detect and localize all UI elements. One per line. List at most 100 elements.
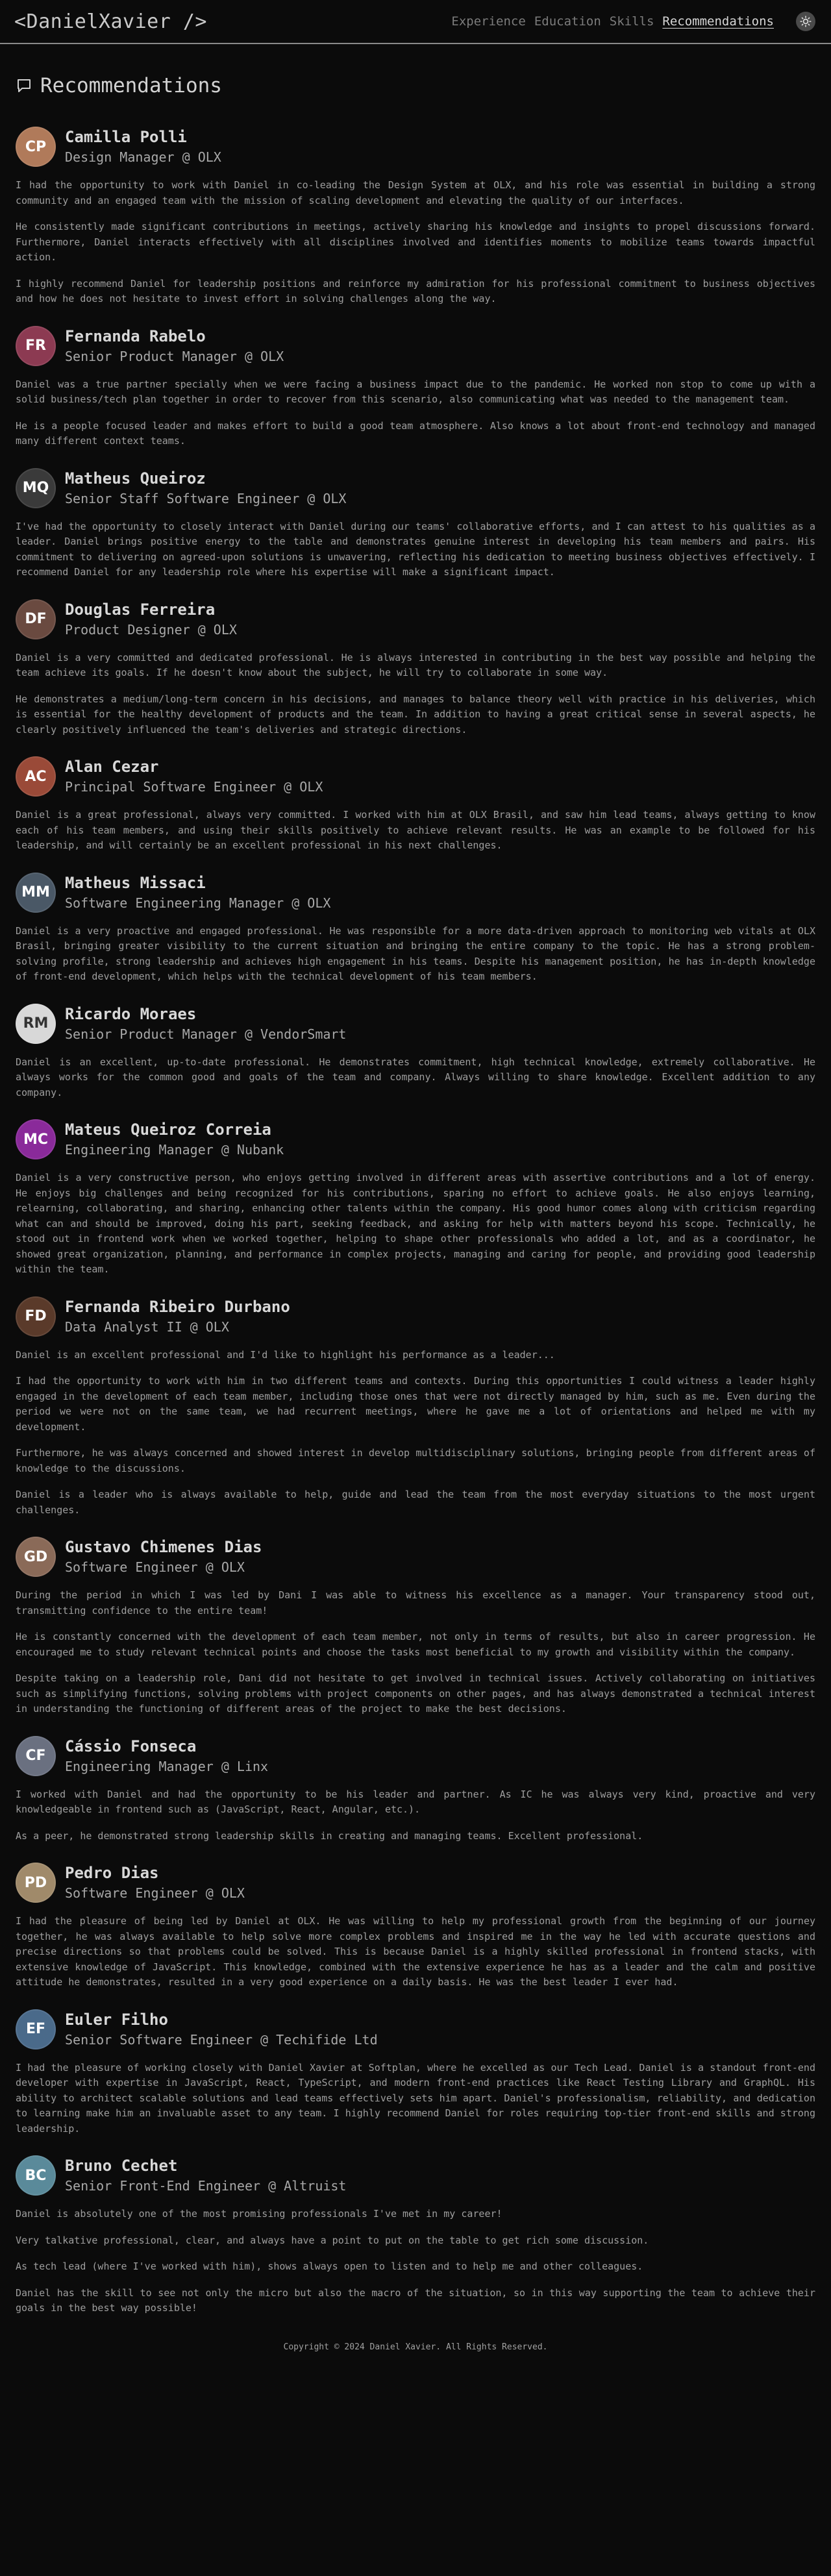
recommender-name: Pedro Dias: [65, 1864, 159, 1882]
recommendation-card: AC Alan Cezar Principal Software Engineer …: [16, 756, 815, 854]
recommendation-text: Daniel is an excellent, up-to-date profe…: [16, 1055, 815, 1101]
recommender-header: CP Camilla Polli Design Manager @ OLX: [16, 126, 815, 167]
recommender-info: Cássio Fonseca Engineering Manager @ Linx: [65, 1737, 268, 1776]
avatar: MM: [16, 872, 56, 913]
recommendation-paragraph: Daniel is a very committed and dedicated…: [16, 651, 815, 679]
recommendation-paragraph: Very talkative professional, clear, and …: [16, 2234, 649, 2246]
recommendation-card: EF Euler Filho Senior Software Engineer @ …: [16, 2009, 815, 2137]
recommendation-paragraph: Daniel is a great professional, always v…: [16, 809, 815, 851]
recommendation-paragraph: Daniel is a leader who is always availab…: [16, 1489, 815, 1516]
recommendation-paragraph: Daniel has the skill to see not only the…: [16, 2286, 815, 2314]
recommender-name: Gustavo Chimenes Dias: [65, 1538, 262, 1556]
recommender-role: Engineering Manager @ Nubank: [65, 1142, 284, 1158]
recommender-header: PD Pedro Dias Software Engineer @ OLX: [16, 1862, 815, 1903]
recommender-header: MC Mateus Queiroz Correia Engineering Mana…: [16, 1119, 815, 1160]
recommendation-text: Daniel is a very committed and dedicated…: [16, 650, 815, 738]
nav-recommendations[interactable]: Recommendations: [662, 14, 774, 29]
recommender-info: Fernanda Rabelo Senior Product Manager @ …: [65, 327, 284, 365]
recommendation-card: CP Camilla Polli Design Manager @ OLX I had…: [16, 126, 815, 307]
recommender-name: Matheus Queiroz: [65, 469, 206, 488]
avatar: MQ: [16, 467, 56, 508]
recommendation-paragraph: Daniel is absolutely one of the most pro…: [16, 2208, 502, 2220]
recommender-role: Product Designer @ OLX: [65, 621, 237, 638]
recommendations-list: CP Camilla Polli Design Manager @ OLX I had…: [16, 126, 815, 2316]
recommender-info: Douglas Ferreira Product Designer @ OLX: [65, 600, 237, 639]
avatar: PD: [16, 1863, 56, 1903]
recommendation-text: I worked with Daniel and had the opportu…: [16, 1787, 815, 1844]
recommender-name: Bruno Cechet: [65, 2157, 178, 2175]
theme-toggle-button[interactable]: [796, 12, 815, 31]
recommender-header: DF Douglas Ferreira Product Designer @ OLX: [16, 599, 815, 640]
avatar: GD: [16, 1537, 56, 1577]
recommender-role: Senior Front-End Engineer @ Altruist: [65, 2178, 347, 2194]
recommender-role: Design Manager @ OLX: [65, 149, 221, 165]
recommendation-card: GD Gustavo Chimenes Dias Software Engineer…: [16, 1536, 815, 1717]
copyright-text: Copyright © 2024 Daniel Xavier. All Righ…: [283, 2342, 548, 2352]
recommendation-text: I've had the opportunity to closely inte…: [16, 519, 815, 580]
main-content: Recommendations CP Camilla Polli Design Ma…: [0, 44, 831, 2352]
recommender-role: Principal Software Engineer @ OLX: [65, 779, 323, 795]
avatar: FR: [16, 325, 56, 366]
recommendation-card: PD Pedro Dias Software Engineer @ OLX I had…: [16, 1862, 815, 1990]
recommendation-text: Daniel is a very proactive and engaged p…: [16, 924, 815, 985]
recommender-header: RM Ricardo Moraes Senior Product Manager @…: [16, 1003, 815, 1045]
recommender-role: Data Analyst II @ OLX: [65, 1319, 229, 1335]
recommendation-paragraph: As a peer, he demonstrated strong leader…: [16, 1829, 643, 1842]
recommendation-paragraph: I had the pleasure of being led by Danie…: [16, 1915, 815, 1988]
recommender-info: Bruno Cechet Senior Front-End Engineer @ …: [65, 2156, 346, 2195]
recommender-role: Senior Product Manager @ OLX: [65, 348, 284, 364]
recommender-name: Fernanda Ribeiro Durbano: [65, 1297, 290, 1316]
recommendation-card: MM Matheus Missaci Software Engineering Ma…: [16, 872, 815, 985]
recommender-name: Cássio Fonseca: [65, 1737, 197, 1755]
recommender-header: GD Gustavo Chimenes Dias Software Engineer…: [16, 1536, 815, 1578]
recommender-role: Senior Staff Software Engineer @ OLX: [65, 490, 347, 506]
recommender-name: Camilla Polli: [65, 128, 187, 146]
recommender-header: FR Fernanda Rabelo Senior Product Manager …: [16, 325, 815, 367]
recommendation-card: RM Ricardo Moraes Senior Product Manager @…: [16, 1003, 815, 1101]
avatar: RM: [16, 1003, 56, 1044]
avatar: CF: [16, 1735, 56, 1776]
nav-education[interactable]: Education: [534, 14, 601, 29]
recommendation-paragraph: I highly recommend Daniel for leadership…: [16, 277, 815, 305]
recommender-info: Alan Cezar Principal Software Engineer @ …: [65, 757, 323, 796]
avatar: DF: [16, 599, 56, 639]
recommendation-paragraph: Daniel is a very proactive and engaged p…: [16, 924, 815, 983]
nav-experience[interactable]: Experience: [451, 14, 525, 29]
recommendation-text: I had the pleasure of being led by Danie…: [16, 1914, 815, 1990]
avatar: MC: [16, 1119, 56, 1159]
recommender-header: MM Matheus Missaci Software Engineering Ma…: [16, 872, 815, 913]
recommendation-text: Daniel is a very constructive person, wh…: [16, 1170, 815, 1278]
site-logo[interactable]: <DanielXavier />: [14, 10, 207, 33]
recommender-info: Matheus Missaci Software Engineering Mana…: [65, 873, 330, 912]
recommender-info: Ricardo Moraes Senior Product Manager @ V…: [65, 1004, 346, 1043]
recommender-header: BC Bruno Cechet Senior Front-End Engineer …: [16, 2155, 815, 2196]
recommender-role: Software Engineer @ OLX: [65, 1885, 245, 1901]
recommendation-paragraph: He is constantly concerned with the deve…: [16, 1631, 815, 1658]
recommender-info: Camilla Polli Design Manager @ OLX: [65, 127, 221, 166]
recommender-header: CF Cássio Fonseca Engineering Manager @ Li…: [16, 1735, 815, 1777]
recommendation-paragraph: Despite taking on a leadership role, Dan…: [16, 1672, 815, 1715]
recommender-role: Senior Software Engineer @ Techifide Ltd: [65, 2031, 378, 2048]
recommendation-text: Daniel is a great professional, always v…: [16, 808, 815, 854]
recommender-info: Fernanda Ribeiro Durbano Data Analyst II …: [65, 1297, 290, 1336]
recommendation-paragraph: I had the opportunity to work with him i…: [16, 1375, 815, 1433]
recommender-name: Mateus Queiroz Correia: [65, 1121, 271, 1139]
sun-icon: [800, 16, 812, 27]
recommendation-text: I had the opportunity to work with Danie…: [16, 178, 815, 307]
recommendation-paragraph: I've had the opportunity to closely inte…: [16, 520, 815, 578]
recommendation-card: BC Bruno Cechet Senior Front-End Engineer …: [16, 2155, 815, 2316]
recommendation-paragraph: Daniel was a true partner specially when…: [16, 378, 815, 406]
recommendation-paragraph: Daniel is an excellent professional and …: [16, 1348, 555, 1361]
recommendation-paragraph: Daniel is a very constructive person, wh…: [16, 1172, 815, 1275]
nav-skills[interactable]: Skills: [610, 14, 654, 29]
recommender-header: MQ Matheus Queiroz Senior Staff Software E…: [16, 467, 815, 509]
recommender-info: Matheus Queiroz Senior Staff Software Eng…: [65, 469, 346, 508]
recommendation-paragraph: As tech lead (where I've worked with him…: [16, 2260, 643, 2272]
recommendation-text: During the period in which I was led by …: [16, 1588, 815, 1717]
recommendation-paragraph: I had the pleasure of working closely wi…: [16, 2061, 815, 2135]
recommendation-paragraph: He demonstrates a medium/long-term conce…: [16, 693, 815, 736]
recommendation-paragraph: During the period in which I was led by …: [16, 1589, 815, 1616]
recommendation-paragraph: I had the opportunity to work with Danie…: [16, 179, 815, 206]
recommendation-paragraph: I worked with Daniel and had the opportu…: [16, 1788, 815, 1816]
recommender-info: Gustavo Chimenes Dias Software Engineer @…: [65, 1537, 262, 1576]
